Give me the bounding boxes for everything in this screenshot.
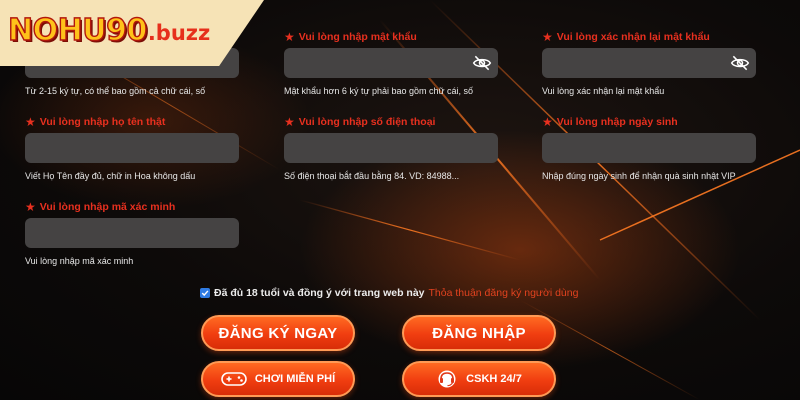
field-label: ★ Vui lòng nhập mã xác minh [25, 200, 176, 214]
star-icon: ★ [542, 115, 553, 129]
phone-field: ★ Vui lòng nhập số điện thoại Số điện th… [284, 115, 498, 181]
gamepad-icon [221, 372, 247, 386]
verification-code-input-box[interactable] [25, 218, 239, 248]
fullname-hint: Viết Họ Tên đầy đủ, chữ in Hoa không dấu [25, 171, 196, 181]
password-input[interactable] [284, 48, 498, 78]
star-icon: ★ [542, 30, 553, 44]
eye-slash-icon[interactable] [471, 53, 493, 73]
fullname-input[interactable] [25, 133, 239, 163]
field-label: ★ Vui lòng nhập họ tên thật [25, 115, 166, 129]
star-icon: ★ [25, 115, 36, 129]
password-hint: Mật khẩu hơn 6 ký tự phải bao gồm chữ cá… [284, 86, 474, 96]
confirm-password-field: ★ Vui lòng xác nhận lại mật khẩu Vui lòn… [542, 30, 756, 96]
agreement-text: Đã đủ 18 tuổi và đồng ý với trang web nà… [214, 287, 425, 299]
field-label: ★ Vui lòng nhập số điện thoại [284, 115, 436, 129]
username-hint: Từ 2-15 ký tự, có thể bao gồm cả chữ cái… [25, 86, 206, 96]
phone-input-box[interactable] [284, 133, 498, 163]
brand-logo[interactable]: NOHU90 .buzz [7, 12, 211, 48]
login-button[interactable]: ĐĂNG NHẬP [402, 315, 556, 351]
checkmark-icon [201, 290, 209, 297]
eye-slash-icon[interactable] [729, 53, 751, 73]
support-button[interactable]: CSKH 24/7 [402, 361, 556, 397]
birthdate-field: ★ Vui lòng nhập ngày sinh Nhập đúng ngày… [542, 115, 756, 181]
star-icon: ★ [284, 115, 295, 129]
birthdate-input[interactable] [542, 133, 756, 163]
agreement-checkbox[interactable] [200, 288, 210, 298]
verification-code-input[interactable] [25, 218, 239, 248]
free-play-button[interactable]: CHƠI MIỄN PHÍ [201, 361, 355, 397]
phone-hint: Số điện thoại bắt đầu bằng 84. VD: 84988… [284, 171, 460, 181]
phone-input[interactable] [284, 133, 498, 163]
birthdate-input-box[interactable] [542, 133, 756, 163]
logo-main-text: NOHU90 [7, 12, 148, 48]
fullname-field: ★ Vui lòng nhập họ tên thật Viết Họ Tên … [25, 115, 239, 181]
field-label: ★ Vui lòng xác nhận lại mật khẩu [542, 30, 710, 44]
agreement-row: Đã đủ 18 tuổi và đồng ý với trang web nà… [200, 287, 578, 299]
confirm-password-input-box[interactable] [542, 48, 756, 78]
verification-code-hint: Vui lòng nhập mã xác minh [25, 256, 134, 266]
logo-banner: NOHU90 .buzz [0, 0, 264, 66]
star-icon: ★ [284, 30, 295, 44]
star-icon: ★ [25, 200, 36, 214]
headset-icon [438, 370, 456, 388]
field-label: ★ Vui lòng nhập mật khẩu [284, 30, 417, 44]
logo-suffix-text: .buzz [147, 21, 211, 45]
confirm-password-input[interactable] [542, 48, 756, 78]
fullname-input-box[interactable] [25, 133, 239, 163]
confirm-password-hint: Vui lòng xác nhận lại mật khẩu [542, 86, 665, 96]
password-input-box[interactable] [284, 48, 498, 78]
verification-code-field: ★ Vui lòng nhập mã xác minh Vui lòng nhậ… [25, 200, 239, 266]
birthdate-hint: Nhập đúng ngày sinh để nhận quà sinh nhậ… [542, 171, 736, 181]
user-agreement-link[interactable]: Thỏa thuận đăng ký người dùng [429, 287, 579, 299]
password-field: ★ Vui lòng nhập mật khẩu Mật khẩu hơn 6 … [284, 30, 498, 96]
field-label: ★ Vui lòng nhập ngày sinh [542, 115, 678, 129]
register-button[interactable]: ĐĂNG KÝ NGAY [201, 315, 355, 351]
